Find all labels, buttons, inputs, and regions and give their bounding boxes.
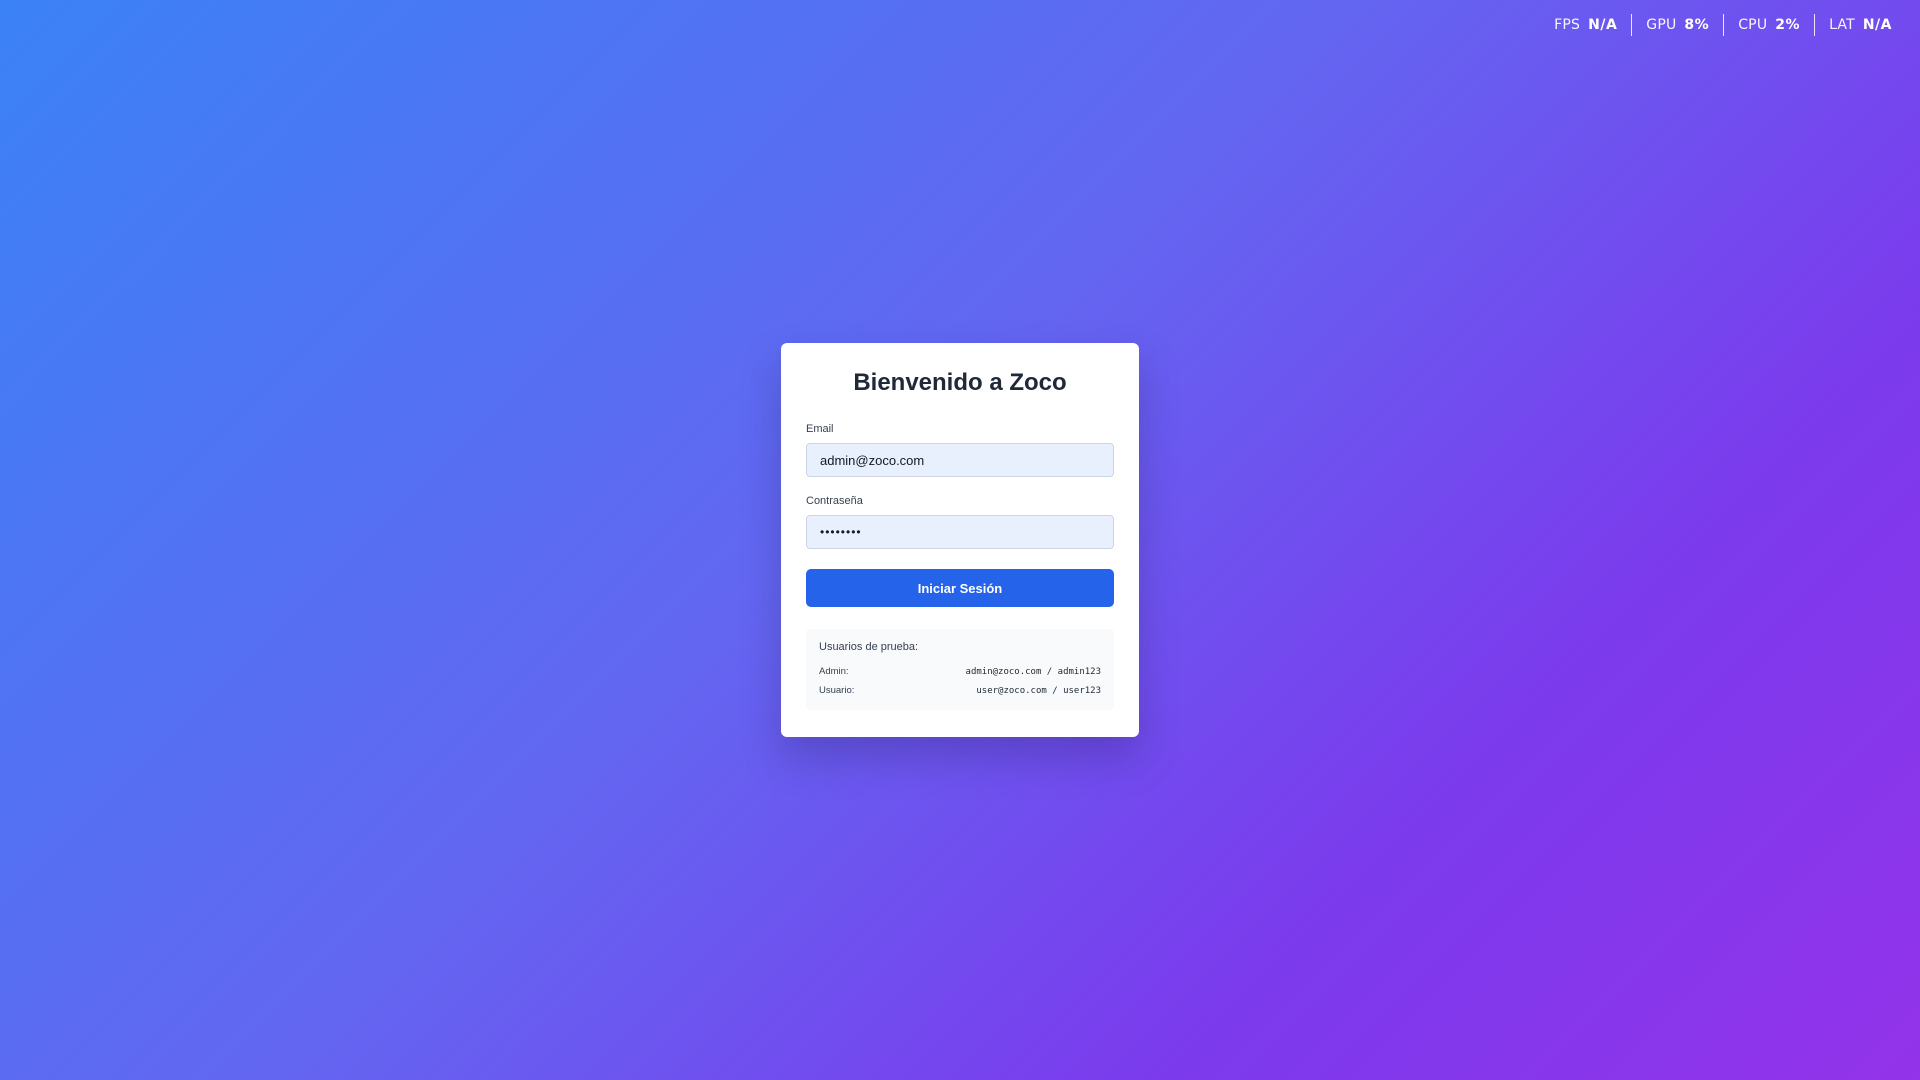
test-users-title: Usuarios de prueba: [819,641,919,653]
password-field[interactable] [806,515,1114,549]
test-user-credentials: user@zoco.com / user123 [976,685,1101,696]
perf-cpu-value: 2% [1775,17,1801,33]
test-user-role: Usuario: [819,685,855,696]
perf-fps: FPS N/A [1540,14,1631,36]
perf-lat: LAT N/A [1814,14,1906,36]
test-user-role: Admin: [819,666,849,677]
email-field-group: Email [806,423,1114,477]
perf-lat-value: N/A [1862,17,1892,33]
test-user-row-admin: Admin: admin@zoco.com / admin123 [819,662,1101,681]
login-button[interactable]: Iniciar Sesión [806,569,1114,607]
login-title: Bienvenido a Zoco [853,369,1067,396]
perf-fps-label: FPS [1554,17,1581,33]
login-form: Email Contraseña Iniciar Sesión [806,423,1114,607]
performance-overlay: FPS N/A GPU 8% CPU 2% LAT N/A [1540,14,1906,36]
perf-cpu-label: CPU [1738,17,1768,33]
password-field-group: Contraseña [806,495,1114,549]
password-label: Contraseña [806,495,863,507]
perf-gpu: GPU 8% [1631,14,1723,36]
login-card: Bienvenido a Zoco Email Contraseña Inici… [781,343,1139,737]
email-field[interactable] [806,443,1114,477]
perf-cpu: CPU 2% [1723,14,1814,36]
test-user-credentials: admin@zoco.com / admin123 [965,666,1101,677]
test-users-panel: Usuarios de prueba: Admin: admin@zoco.co… [806,629,1114,710]
perf-gpu-value: 8% [1684,17,1710,33]
perf-fps-value: N/A [1588,17,1618,33]
test-user-row-usuario: Usuario: user@zoco.com / user123 [819,681,1101,700]
email-label: Email [806,423,834,435]
perf-lat-label: LAT [1829,17,1855,33]
perf-gpu-label: GPU [1646,17,1677,33]
